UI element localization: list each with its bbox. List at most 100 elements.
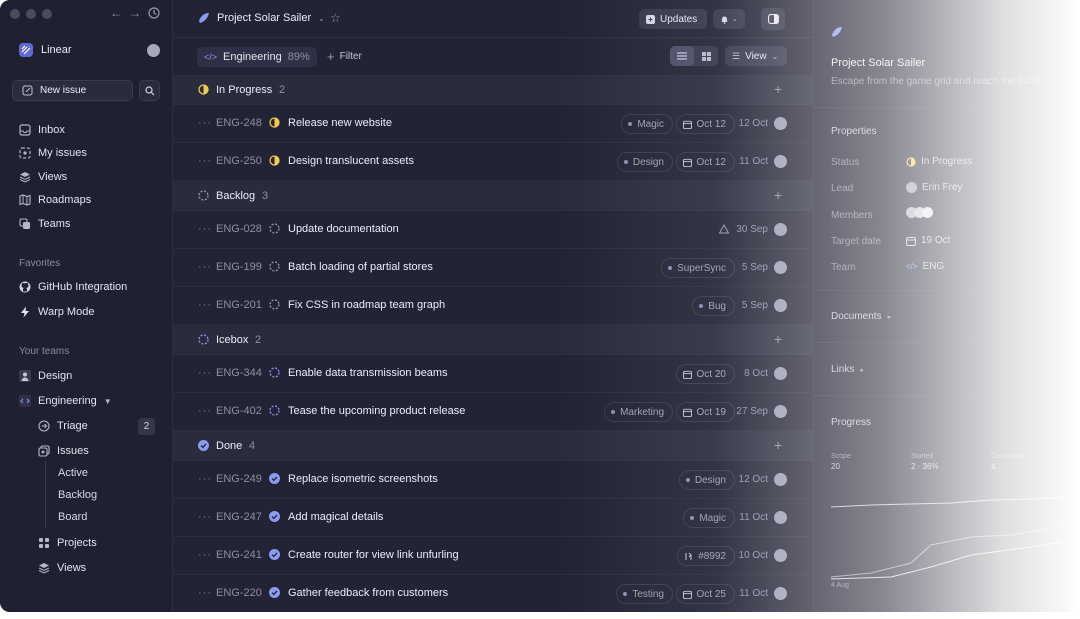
done-icon[interactable] bbox=[269, 549, 280, 560]
label-chip[interactable]: Testing bbox=[616, 584, 673, 604]
more-options-icon[interactable]: ··· bbox=[198, 299, 212, 311]
more-options-icon[interactable]: ··· bbox=[198, 117, 212, 129]
in-progress-icon[interactable] bbox=[269, 155, 280, 166]
issue-row[interactable]: ··· ENG-344 Enable data transmission beams… bbox=[173, 355, 813, 393]
icebox-icon[interactable] bbox=[269, 367, 280, 378]
due-date-chip[interactable]: Oct 12 bbox=[675, 114, 735, 134]
user-avatar[interactable] bbox=[147, 44, 160, 57]
group-header-icebox[interactable]: Icebox 2 + bbox=[173, 325, 813, 355]
sidebar-item-my-issues[interactable]: My issues bbox=[19, 143, 87, 163]
list-view-icon[interactable] bbox=[670, 46, 694, 66]
due-date-chip[interactable]: Oct 25 bbox=[675, 584, 735, 604]
add-issue-icon[interactable]: + bbox=[774, 187, 782, 203]
sidebar-item-views[interactable]: Views bbox=[19, 167, 67, 187]
backlog-icon[interactable] bbox=[269, 223, 280, 234]
issue-row[interactable]: ··· ENG-220 Gather feedback from customers… bbox=[173, 575, 813, 612]
notifications-button[interactable]: ⌄ bbox=[713, 9, 745, 29]
assignee-avatar[interactable] bbox=[774, 261, 787, 274]
in-progress-icon[interactable] bbox=[269, 117, 280, 128]
new-issue-button[interactable]: New issue bbox=[12, 80, 133, 101]
sidebar-item-github-integration[interactable]: GitHub Integration bbox=[19, 277, 127, 297]
issue-row[interactable]: ··· ENG-241 Create router for view link un… bbox=[173, 537, 813, 575]
team-prop-value[interactable]: </> ENG bbox=[906, 261, 944, 272]
issue-row[interactable]: ··· ENG-247 Add magical details 11 Oct Magic bbox=[173, 499, 813, 537]
assignee-avatar[interactable] bbox=[774, 473, 787, 486]
links-section-toggle[interactable]: Links ▸ bbox=[831, 364, 864, 375]
label-chip[interactable]: SuperSync bbox=[661, 258, 735, 278]
sidebar-item-roadmaps[interactable]: Roadmaps bbox=[19, 190, 91, 210]
issue-row[interactable]: ··· ENG-028 Update documentation 30 Sep bbox=[173, 211, 813, 249]
add-issue-icon[interactable]: + bbox=[774, 81, 782, 97]
add-issue-icon[interactable]: + bbox=[774, 437, 782, 453]
sidebar-item-triage[interactable]: Triage bbox=[38, 416, 88, 436]
issue-row[interactable]: ··· ENG-201 Fix CSS in roadmap team graph 5… bbox=[173, 287, 813, 325]
assignee-avatar[interactable] bbox=[774, 155, 787, 168]
team-filter-chip[interactable]: </> Engineering 89% bbox=[197, 47, 317, 67]
more-options-icon[interactable]: ··· bbox=[198, 223, 212, 235]
issue-row[interactable]: ··· ENG-402 Tease the upcoming product rel… bbox=[173, 393, 813, 431]
window-zoom-dot[interactable] bbox=[42, 9, 52, 19]
backlog-icon[interactable] bbox=[269, 299, 280, 310]
assignee-avatar[interactable] bbox=[774, 223, 787, 236]
due-date-chip[interactable]: Oct 20 bbox=[675, 364, 735, 384]
label-chip[interactable]: #8992 bbox=[677, 546, 735, 566]
forward-arrow-icon[interactable]: → bbox=[129, 6, 141, 20]
view-options-button[interactable]: ☰ View ⌄ bbox=[725, 46, 787, 66]
sidebar-item-team-views[interactable]: Views bbox=[38, 558, 86, 578]
label-chip[interactable]: Magic bbox=[621, 114, 673, 134]
filter-button[interactable]: + Filter bbox=[327, 49, 362, 64]
done-icon[interactable] bbox=[269, 511, 280, 522]
back-arrow-icon[interactable]: ← bbox=[110, 6, 122, 20]
due-date-chip[interactable]: Oct 12 bbox=[675, 152, 735, 172]
assignee-avatar[interactable] bbox=[774, 405, 787, 418]
issue-row[interactable]: ··· ENG-249 Replace isometric screenshots 1… bbox=[173, 461, 813, 499]
assignee-avatar[interactable] bbox=[774, 549, 787, 562]
toggle-panel-button[interactable] bbox=[761, 8, 785, 30]
assignee-avatar[interactable] bbox=[774, 117, 787, 130]
sidebar-subitem-active[interactable]: Active bbox=[58, 467, 88, 479]
issue-row[interactable]: ··· ENG-248 Release new website 12 Oct Oct 1… bbox=[173, 105, 813, 143]
more-options-icon[interactable]: ··· bbox=[198, 261, 212, 273]
lead-prop-value[interactable]: Erin Frey bbox=[906, 182, 963, 193]
expand-caret-icon[interactable]: ▼ bbox=[104, 397, 112, 406]
target-date-prop-value[interactable]: 19 Oct bbox=[906, 235, 950, 246]
assignee-avatar[interactable] bbox=[774, 299, 787, 312]
star-icon[interactable]: ☆ bbox=[330, 11, 341, 25]
group-header-done[interactable]: Done 4 + bbox=[173, 431, 813, 461]
label-chip[interactable]: Design bbox=[678, 470, 735, 490]
project-breadcrumb[interactable]: Project Solar Sailer ⌄ bbox=[198, 12, 325, 24]
more-options-icon[interactable]: ··· bbox=[198, 511, 212, 523]
sidebar-item-projects[interactable]: Projects bbox=[38, 533, 97, 553]
members-avatars[interactable] bbox=[906, 207, 933, 218]
sidebar-item-inbox[interactable]: Inbox bbox=[19, 120, 65, 140]
board-view-icon[interactable] bbox=[694, 46, 718, 66]
more-options-icon[interactable]: ··· bbox=[198, 405, 212, 417]
sidebar-item-warp-mode[interactable]: Warp Mode bbox=[19, 302, 94, 322]
icebox-icon[interactable] bbox=[269, 405, 280, 416]
sidebar-subitem-backlog[interactable]: Backlog bbox=[58, 489, 97, 501]
sidebar-item-teams[interactable]: Teams bbox=[19, 214, 70, 234]
backlog-icon[interactable] bbox=[269, 261, 280, 272]
search-button[interactable] bbox=[139, 80, 160, 101]
more-options-icon[interactable]: ··· bbox=[198, 587, 212, 599]
due-date-chip[interactable]: Oct 19 bbox=[675, 402, 735, 422]
window-minimize-dot[interactable] bbox=[26, 9, 36, 19]
workspace-switcher[interactable]: Linear bbox=[19, 43, 72, 57]
sidebar-item-design-team[interactable]: Design bbox=[19, 366, 72, 386]
label-chip[interactable]: Marketing bbox=[604, 402, 673, 422]
updates-button[interactable]: Updates bbox=[639, 9, 707, 29]
done-icon[interactable] bbox=[269, 473, 280, 484]
assignee-avatar[interactable] bbox=[774, 367, 787, 380]
status-prop-value[interactable]: In Progress bbox=[906, 156, 972, 167]
documents-section-toggle[interactable]: Documents ▸ bbox=[831, 311, 891, 322]
issue-row[interactable]: ··· ENG-250 Design translucent assets 11 Oc… bbox=[173, 143, 813, 181]
priority-warning-icon[interactable] bbox=[719, 224, 729, 234]
more-options-icon[interactable]: ··· bbox=[198, 155, 212, 167]
more-options-icon[interactable]: ··· bbox=[198, 549, 212, 561]
assignee-avatar[interactable] bbox=[774, 511, 787, 524]
assignee-avatar[interactable] bbox=[774, 587, 787, 600]
more-options-icon[interactable]: ··· bbox=[198, 367, 212, 379]
group-header-in-progress[interactable]: In Progress 2 + bbox=[173, 75, 813, 105]
group-header-backlog[interactable]: Backlog 3 + bbox=[173, 181, 813, 211]
issue-row[interactable]: ··· ENG-199 Batch loading of partial store… bbox=[173, 249, 813, 287]
